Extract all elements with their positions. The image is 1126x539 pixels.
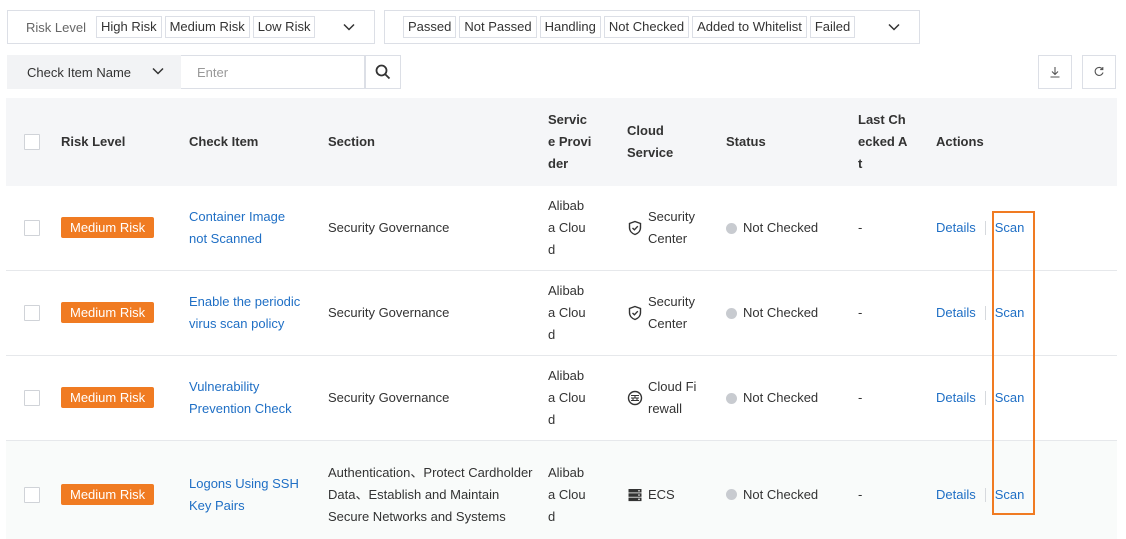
last-checked-text: - xyxy=(858,390,863,405)
status-filter[interactable]: Passed Not Passed Handling Not Checked A… xyxy=(384,10,920,44)
chevron-down-icon[interactable] xyxy=(342,20,356,34)
select-all-checkbox[interactable] xyxy=(24,134,40,150)
action-divider xyxy=(984,487,986,502)
search-input[interactable] xyxy=(181,55,365,89)
column-header-actions: Actions xyxy=(936,134,984,149)
details-link[interactable]: Details xyxy=(936,484,976,506)
column-header-risk-level[interactable]: Risk Level xyxy=(61,131,189,153)
table-header: Risk Level Check Item Section Service Pr… xyxy=(6,98,1117,186)
risk-level-filter-label: Risk Level xyxy=(26,19,86,35)
risk-badge: Medium Risk xyxy=(61,302,155,323)
row-checkbox[interactable] xyxy=(24,486,40,503)
scan-link[interactable]: Scan xyxy=(995,484,1025,506)
last-checked-text: - xyxy=(858,305,863,320)
table-row: Medium Risk Logons Using SSH Key Pairs A… xyxy=(6,441,1117,539)
risk-chip-low[interactable]: Low Risk xyxy=(252,16,316,38)
server-icon xyxy=(628,488,642,501)
scan-link[interactable]: Scan xyxy=(995,302,1025,324)
search-bar: Check Item Name xyxy=(7,55,401,89)
service-provider-text: Alibaba Cloud xyxy=(548,198,586,257)
refresh-icon xyxy=(1094,66,1104,76)
cloud-service-text: Cloud Firewall xyxy=(648,379,697,416)
search-icon xyxy=(375,64,391,80)
column-header-service-provider[interactable]: Service Provider xyxy=(548,109,627,175)
status-chip-handling[interactable]: Handling xyxy=(539,16,601,38)
status-dot xyxy=(726,489,737,500)
shield-icon xyxy=(628,220,642,236)
check-item-link[interactable]: Container Image not Scanned xyxy=(189,206,328,250)
check-item-link[interactable]: Logons Using SSH Key Pairs xyxy=(189,473,328,517)
status-chip-passed[interactable]: Passed xyxy=(403,16,457,38)
status-chip-not-checked[interactable]: Not Checked xyxy=(603,16,690,38)
column-header-last-checked[interactable]: Last Checked At xyxy=(858,109,936,175)
action-divider xyxy=(984,221,986,235)
service-provider-text: Alibaba Cloud xyxy=(548,464,586,524)
scan-link[interactable]: Scan xyxy=(995,217,1025,239)
cloud-service-text: Security Center xyxy=(648,294,695,331)
search-field-select[interactable]: Check Item Name xyxy=(7,55,181,89)
status-chip-not-passed[interactable]: Not Passed xyxy=(459,16,537,38)
last-checked-text: - xyxy=(858,220,863,235)
check-item-link[interactable]: Enable the periodic virus scan policy xyxy=(189,291,328,335)
table-row: Medium Risk Container Image not Scanned … xyxy=(6,186,1117,271)
table-row: Medium Risk Enable the periodic virus sc… xyxy=(6,271,1117,356)
status-chip-failed[interactable]: Failed xyxy=(809,16,856,38)
action-divider xyxy=(984,306,986,320)
section-text: Authentication、Protect Cardholder Data、E… xyxy=(328,464,533,524)
column-header-check-item[interactable]: Check Item xyxy=(189,131,328,153)
status-text: Not Checked xyxy=(743,486,819,502)
risk-badge: Medium Risk xyxy=(61,483,155,505)
status-text: Not Checked xyxy=(743,220,819,235)
table-row: Medium Risk Vulnerability Prevention Che… xyxy=(6,356,1117,441)
column-header-status[interactable]: Status xyxy=(726,131,858,153)
status-dot xyxy=(726,392,737,404)
risk-level-filter[interactable]: Risk Level High Risk Medium Risk Low Ris… xyxy=(7,10,375,44)
search-button[interactable] xyxy=(365,55,401,89)
check-item-link[interactable]: Vulnerability Prevention Check xyxy=(189,376,328,420)
row-checkbox[interactable] xyxy=(24,390,40,406)
download-button[interactable] xyxy=(1038,55,1072,89)
service-provider-text: Alibaba Cloud xyxy=(548,283,586,342)
scan-link[interactable]: Scan xyxy=(995,387,1025,409)
risk-badge: Medium Risk xyxy=(61,387,155,408)
section-text: Security Governance xyxy=(328,305,450,320)
row-checkbox[interactable] xyxy=(24,305,40,321)
risk-chip-medium[interactable]: Medium Risk xyxy=(164,16,250,38)
section-text: Security Governance xyxy=(328,220,450,235)
chevron-down-icon[interactable] xyxy=(887,20,901,34)
status-dot xyxy=(726,222,737,234)
chevron-down-icon xyxy=(152,67,164,75)
status-text: Not Checked xyxy=(743,305,819,320)
check-items-table: Risk Level Check Item Section Service Pr… xyxy=(6,98,1117,539)
details-link[interactable]: Details xyxy=(936,217,976,239)
status-text: Not Checked xyxy=(743,390,819,405)
service-provider-text: Alibaba Cloud xyxy=(548,368,586,427)
row-checkbox[interactable] xyxy=(24,220,40,236)
refresh-button[interactable] xyxy=(1082,55,1116,89)
last-checked-text: - xyxy=(858,486,863,502)
column-header-section[interactable]: Section xyxy=(328,131,548,153)
details-link[interactable]: Details xyxy=(936,302,976,324)
cloud-service-text: Security Center xyxy=(648,209,695,246)
risk-chip-high[interactable]: High Risk xyxy=(95,16,162,38)
search-field-label: Check Item Name xyxy=(27,64,132,80)
action-divider xyxy=(984,391,986,405)
firewall-icon xyxy=(627,390,643,406)
cloud-service-text: ECS xyxy=(648,486,675,502)
shield-icon xyxy=(628,305,642,321)
download-icon xyxy=(1050,67,1060,78)
status-dot xyxy=(726,307,737,319)
column-header-cloud-service[interactable]: Cloud Service xyxy=(627,120,726,164)
risk-badge: Medium Risk xyxy=(61,217,155,238)
details-link[interactable]: Details xyxy=(936,387,976,409)
section-text: Security Governance xyxy=(328,390,450,405)
status-chip-whitelist[interactable]: Added to Whitelist xyxy=(692,16,807,38)
